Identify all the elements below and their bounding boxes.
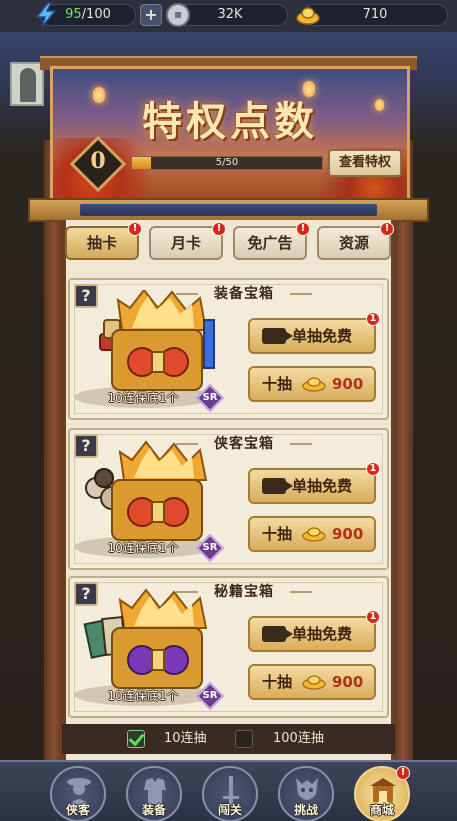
view-privilege-button[interactable]: 查看特权 [328,149,402,177]
draw-price: 900 [332,375,364,393]
tab-label: 抽卡 [86,234,117,252]
tab-label: 月卡 [170,234,201,252]
privilege-progress-text: 5/50 [215,157,239,168]
chest-card-hero: ? 侠客宝箱 10连保底1个 SR 单抽免费 1 十抽 900 [68,428,389,570]
notification-badge: ! [212,222,226,236]
notification-badge: ! [296,222,310,236]
gold-amount: 710 [362,7,388,22]
draw-100-label: 100连抽 [273,731,324,746]
notification-badge: 1 [366,610,380,624]
ten-draw-button[interactable]: 十抽 900 [248,664,376,700]
notification-badge: 1 [366,462,380,476]
ten-draw-label: 十抽 [262,673,293,691]
gold-counter[interactable]: 710 [296,4,448,26]
gold-ingot-icon [302,527,326,542]
coin-amount: 32K [217,7,243,22]
notification-badge: ! [380,222,394,236]
tab-monthly-card[interactable]: 月卡 ! [149,222,226,260]
rarity-label: SR [202,690,218,701]
rarity-label: SR [202,542,218,553]
video-icon [262,328,293,344]
guarantee-text: 10连保底1个 [107,689,179,703]
free-single-draw-button[interactable]: 单抽免费 1 [248,312,380,354]
gold-ingot-icon [302,377,326,392]
nav-stages[interactable]: 闯关 [202,766,258,821]
nav-challenge[interactable]: 挑战 [278,766,334,821]
guarantee-text: 10连保底1个 [107,541,179,555]
privilege-title: 特权点数 [142,98,318,145]
gold-ingot-icon [302,675,326,690]
notification-badge: 1 [366,312,380,326]
free-single-draw-button[interactable]: 单抽免费 1 [248,462,380,504]
guarantee-text: 10连保底1个 [107,391,179,405]
nav-label: 侠客 [65,803,90,817]
nav-equipment[interactable]: 装备 [126,766,182,821]
rarity-label: SR [202,392,218,403]
energy-counter[interactable]: 95/100 [35,2,136,28]
draw-10-checkbox[interactable] [127,730,145,748]
ten-draw-button[interactable]: 十抽 900 [248,366,376,402]
privilege-banner: 特权点数 0 5/50 查看特权 [50,66,410,201]
side-portrait [10,62,44,106]
bottom-nav: 侠客 装备 闯关 挑战 商城 ! [0,760,457,821]
tab-no-ads[interactable]: 免广告 ! [233,222,310,260]
left-pillar [44,140,64,760]
video-icon [262,626,293,642]
energy-current: 95 [65,7,82,22]
energy-max: /100 [81,7,111,22]
free-single-draw-button[interactable]: 单抽免费 1 [248,610,380,652]
free-draw-label: 单抽免费 [292,477,353,495]
nav-label: 装备 [141,803,166,817]
chest-card-equipment: ? 装备宝箱 10连保底1个 SR 单抽免费 1 十抽 900 [68,278,389,420]
video-icon [262,478,293,494]
tab-draw[interactable]: 抽卡 ! [65,222,142,260]
nav-shop[interactable]: 商城 ! [354,766,410,821]
nav-label: 挑战 [293,803,318,817]
banner-base [28,198,429,222]
resource-bar: 95/100 + 32K 710 [0,0,457,32]
notification-badge: ! [128,222,142,236]
coin-counter[interactable]: 32K [166,3,288,27]
tab-label: 免广告 [247,234,293,252]
chest-card-manual: ? 秘籍宝箱 10连保底1个 SR 单抽免费 1 十抽 900 [68,576,389,718]
add-energy-button[interactable]: + [140,4,162,26]
draw-price: 900 [332,525,364,543]
notification-badge: ! [396,766,410,780]
ten-draw-label: 十抽 [262,525,293,543]
draw-10-label: 10连抽 [164,731,207,746]
ten-draw-button[interactable]: 十抽 900 [248,516,376,552]
draw-price: 900 [332,673,364,691]
nav-label: 商城 [369,803,394,817]
draw-100-checkbox[interactable] [235,730,253,748]
free-draw-label: 单抽免费 [292,625,353,643]
tab-label: 资源 [338,234,369,252]
ten-draw-label: 十抽 [262,375,293,393]
nav-heroes[interactable]: 侠客 [50,766,106,821]
nav-label: 闯关 [217,803,242,817]
free-draw-label: 单抽免费 [292,327,353,345]
right-pillar [393,140,413,760]
privilege-level: 0 [90,148,106,174]
multi-draw-selector: 10连抽 100连抽 [62,724,395,754]
shop-tabs: 抽卡 ! 月卡 ! 免广告 ! 资源 ! [62,222,395,264]
tab-resources[interactable]: 资源 ! [317,222,394,260]
privilege-progress-bar: 5/50 [131,156,323,170]
